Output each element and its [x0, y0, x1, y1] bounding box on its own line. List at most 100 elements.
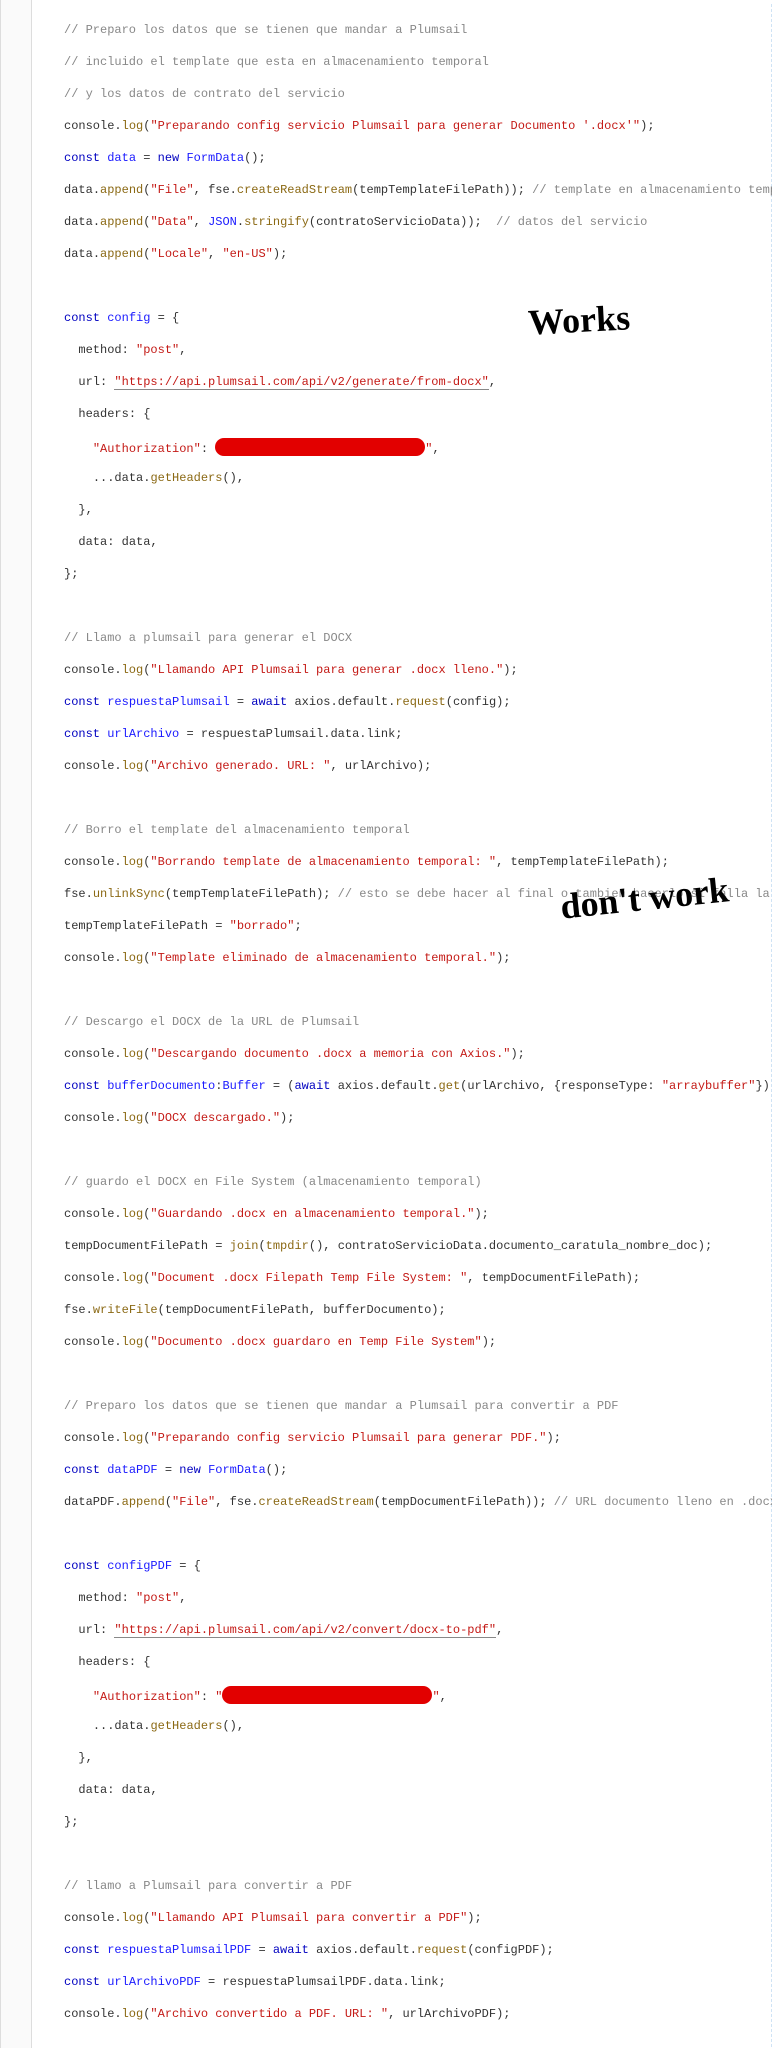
- comment: // Llamo a plumsail para generar el DOCX: [64, 631, 352, 645]
- var: fse: [230, 1495, 252, 1509]
- prop: headers: [78, 407, 128, 421]
- string: "Archivo convertido a PDF. URL: ": [150, 2007, 388, 2021]
- method: getHeaders: [150, 1719, 222, 1733]
- var: configPDF: [475, 1943, 540, 1957]
- fn: tmpdir: [266, 1239, 309, 1253]
- prop: link: [366, 727, 395, 741]
- string: "borrado": [230, 919, 295, 933]
- prop: default: [381, 1079, 431, 1093]
- var: dataPDF: [64, 1495, 114, 1509]
- prop: default: [359, 1943, 409, 1957]
- prop: link: [410, 1975, 439, 1989]
- keyword: const: [64, 727, 100, 741]
- var: bufferDocumento: [323, 1303, 431, 1317]
- code-editor[interactable]: // Preparo los datos que se tienen que m…: [40, 4, 772, 2048]
- var: data: [64, 247, 93, 261]
- method: unlinkSync: [93, 887, 165, 901]
- var: respuestaPlumsailPDF: [107, 1943, 251, 1957]
- var: contratoServicioData: [338, 1239, 482, 1253]
- string: "File": [150, 183, 193, 197]
- comment: // llamo a Plumsail para convertir a PDF: [64, 1879, 352, 1893]
- method: append: [100, 215, 143, 229]
- var: fse: [208, 183, 230, 197]
- method: getHeaders: [150, 471, 222, 485]
- keyword: await: [294, 1079, 330, 1093]
- keyword: new: [158, 151, 180, 165]
- keyword: const: [64, 1943, 100, 1957]
- redacted-token: [215, 438, 425, 456]
- method: log: [122, 1111, 144, 1125]
- var: respuestaPlumsailPDF: [222, 1975, 366, 1989]
- var: tempTemplateFilePath: [64, 919, 208, 933]
- string: "Locale": [150, 247, 208, 261]
- var: data: [114, 1719, 143, 1733]
- keyword: const: [64, 1079, 100, 1093]
- var: bufferDocumento: [107, 1079, 215, 1093]
- keyword: const: [64, 1463, 100, 1477]
- var: data: [122, 1783, 151, 1797]
- keyword: const: [64, 151, 100, 165]
- string: "Authorization": [93, 442, 201, 456]
- method: writeFile: [93, 1303, 158, 1317]
- var: config: [107, 311, 150, 325]
- var: tempDocumentFilePath: [64, 1239, 208, 1253]
- string: "Llamando API Plumsail para convertir a …: [150, 1911, 467, 1925]
- method: request: [417, 1943, 467, 1957]
- prop: data: [330, 727, 359, 741]
- line-gutter: [0, 0, 32, 2048]
- prop: responseType: [561, 1079, 647, 1093]
- handwritten-annotation-dont-work: don't work: [560, 881, 730, 915]
- var: fse: [64, 887, 86, 901]
- comment: // Descargo el DOCX de la URL de Plumsai…: [64, 1015, 359, 1029]
- method: log: [122, 1431, 144, 1445]
- prop: data: [78, 1783, 107, 1797]
- fn: join: [230, 1239, 259, 1253]
- url-string: "https://api.plumsail.com/api/v2/convert…: [114, 1623, 496, 1638]
- var: configPDF: [107, 1559, 172, 1573]
- prop: documento_caratula_nombre_doc: [489, 1239, 698, 1253]
- prop: default: [338, 695, 388, 709]
- var: urlArchivoPDF: [402, 2007, 496, 2021]
- var: urlArchivo: [467, 1079, 539, 1093]
- var: data: [114, 471, 143, 485]
- comment: // y los datos de contrato del servicio: [64, 87, 345, 101]
- prop: data: [374, 1975, 403, 1989]
- type: FormData: [186, 151, 244, 165]
- var: axios: [338, 1079, 374, 1093]
- method: log: [122, 1271, 144, 1285]
- prop: method: [78, 1591, 121, 1605]
- keyword: await: [273, 1943, 309, 1957]
- var: axios: [294, 695, 330, 709]
- comment: // incluido el template que esta en alma…: [64, 55, 489, 69]
- var: tempDocumentFilePath: [381, 1495, 525, 1509]
- method: append: [100, 247, 143, 261]
- var: tempTemplateFilePath: [172, 887, 316, 901]
- type: FormData: [208, 1463, 266, 1477]
- string: "Authorization": [93, 1690, 201, 1704]
- redacted-token: [222, 1686, 432, 1704]
- var: urlArchivoPDF: [107, 1975, 201, 1989]
- string: "arraybuffer": [662, 1079, 756, 1093]
- var: contratoServicioData: [316, 215, 460, 229]
- method: log: [122, 1207, 144, 1221]
- var: respuestaPlumsail: [201, 727, 323, 741]
- method: createReadStream: [237, 183, 352, 197]
- method: createReadStream: [258, 1495, 373, 1509]
- string: "Archivo generado. URL: ": [150, 759, 330, 773]
- comment: // guardo el DOCX en File System (almace…: [64, 1175, 482, 1189]
- comment: // Preparo los datos que se tienen que m…: [64, 23, 467, 37]
- var: config: [453, 695, 496, 709]
- var: axios: [316, 1943, 352, 1957]
- method: log: [122, 759, 144, 773]
- var: data: [64, 215, 93, 229]
- comment: // Preparo los datos que se tienen que m…: [64, 1399, 619, 1413]
- string: "post": [136, 343, 179, 357]
- method: request: [395, 695, 445, 709]
- prop: headers: [78, 1655, 128, 1669]
- var: urlArchivo: [345, 759, 417, 773]
- method: log: [122, 855, 144, 869]
- string: "Template eliminado de almacenamiento te…: [150, 951, 496, 965]
- prop: url: [78, 1623, 100, 1637]
- comment: // URL documento lleno en .docx: [554, 1495, 772, 1509]
- type: JSON: [208, 215, 237, 229]
